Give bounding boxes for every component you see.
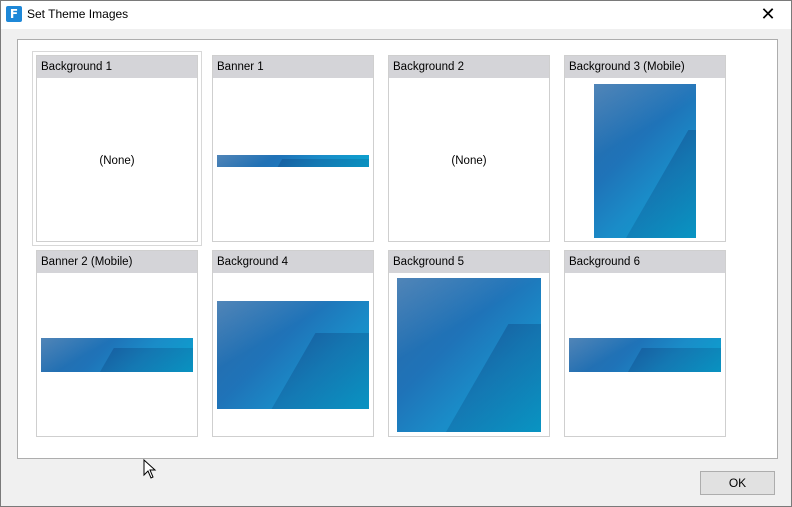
background-image (569, 338, 721, 372)
ok-button[interactable]: OK (700, 471, 775, 495)
tile-image-area (213, 79, 373, 241)
tile-background-4[interactable]: Background 4 (212, 250, 374, 437)
tile-background-2[interactable]: Background 2 (None) (388, 55, 550, 242)
close-icon[interactable]: ✕ (745, 1, 791, 29)
banner-image (41, 338, 193, 372)
tile-image-area (213, 274, 373, 436)
tile-image-area (565, 79, 725, 241)
tile-image-area: (None) (389, 79, 549, 241)
tile-banner-2-mobile[interactable]: Banner 2 (Mobile) (36, 250, 198, 437)
tile-label: Background 5 (389, 251, 549, 273)
tile-label: Background 3 (Mobile) (565, 56, 725, 78)
background-image (217, 301, 369, 409)
window-title: Set Theme Images (27, 7, 129, 21)
background-image (397, 278, 541, 432)
none-placeholder: (None) (451, 155, 487, 167)
tile-label: Banner 2 (Mobile) (37, 251, 197, 273)
banner-image (217, 155, 369, 167)
tile-image-area (565, 274, 725, 436)
tile-background-5[interactable]: Background 5 (388, 250, 550, 437)
mouse-cursor-icon (143, 459, 157, 479)
background-image (594, 84, 696, 238)
set-theme-images-dialog: F Set Theme Images ✕ Background 1 (None)… (0, 0, 792, 507)
none-placeholder: (None) (99, 155, 135, 167)
tile-label: Background 2 (389, 56, 549, 78)
tile-background-1[interactable]: Background 1 (None) (32, 51, 202, 246)
tile-banner-1[interactable]: Banner 1 (212, 55, 374, 242)
tile-background-3-mobile[interactable]: Background 3 (Mobile) (564, 55, 726, 242)
tile-image-area: (None) (37, 79, 197, 241)
tile-background-6[interactable]: Background 6 (564, 250, 726, 437)
tile-label: Banner 1 (213, 56, 373, 78)
theme-images-panel: Background 1 (None) Banner 1 Background … (17, 39, 778, 459)
tile-label: Background 1 (37, 56, 197, 78)
title-bar[interactable]: F Set Theme Images ✕ (1, 1, 791, 29)
tile-label: Background 4 (213, 251, 373, 273)
app-icon: F (6, 6, 22, 22)
tile-image-area (389, 274, 549, 436)
tile-label: Background 6 (565, 251, 725, 273)
tile-image-area (37, 274, 197, 436)
